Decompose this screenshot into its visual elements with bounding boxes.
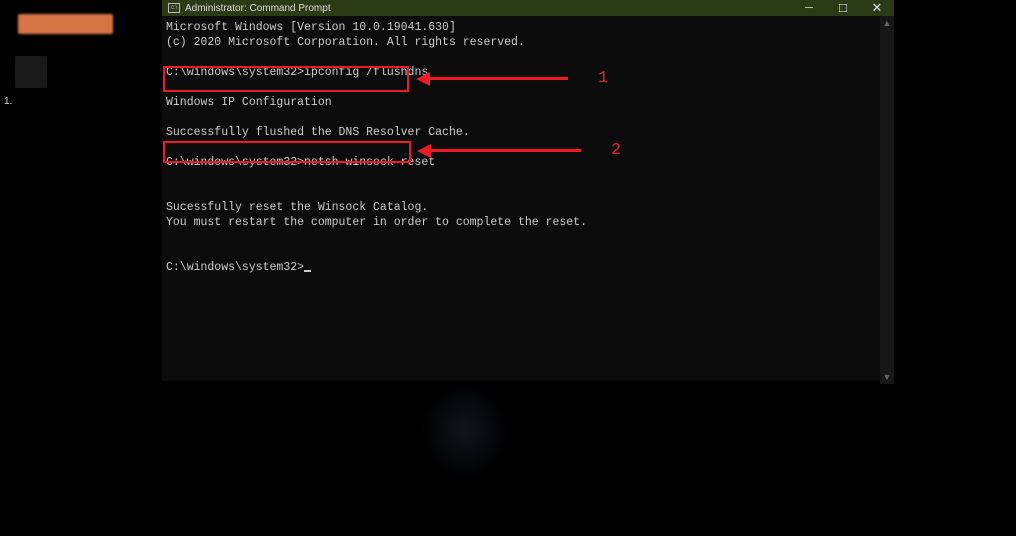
close-button[interactable]: ✕ bbox=[860, 0, 894, 16]
desktop-thumbnail-1[interactable] bbox=[18, 14, 113, 34]
annotation-arrow-1: 1 bbox=[416, 71, 608, 86]
desktop-background-area: 1. bbox=[0, 0, 160, 536]
window-controls: ─ ☐ ✕ bbox=[792, 0, 894, 16]
arrow-shaft bbox=[431, 149, 581, 152]
cmd-icon: c:\ bbox=[168, 3, 180, 13]
command-prompt-window: c:\ Administrator: Command Prompt ─ ☐ ✕ … bbox=[162, 0, 894, 381]
annotation-box-2 bbox=[163, 141, 411, 163]
arrow-left-icon bbox=[416, 72, 430, 86]
arrow-left-icon bbox=[417, 144, 431, 158]
terminal-content[interactable]: Microsoft Windows [Version 10.0.19041.63… bbox=[162, 16, 880, 384]
scroll-up-icon[interactable]: ▲ bbox=[880, 16, 894, 30]
window-titlebar[interactable]: c:\ Administrator: Command Prompt ─ ☐ ✕ bbox=[162, 0, 894, 16]
desktop-thumbnail-label: 1. bbox=[4, 96, 12, 107]
terminal-line: Microsoft Windows [Version 10.0.19041.63… bbox=[166, 21, 456, 34]
terminal-line: Sucessfully reset the Winsock Catalog. bbox=[166, 201, 428, 214]
desktop-thumbnail-2[interactable] bbox=[15, 56, 47, 88]
minimize-button[interactable]: ─ bbox=[792, 0, 826, 16]
annotation-arrow-2: 2 bbox=[417, 143, 621, 158]
terminal-prompt: C:\windows\system32> bbox=[166, 261, 304, 274]
annotation-label-2: 2 bbox=[611, 143, 621, 158]
terminal-line: Windows IP Configuration bbox=[166, 96, 332, 109]
maximize-button[interactable]: ☐ bbox=[826, 0, 860, 16]
terminal-line: You must restart the computer in order t… bbox=[166, 216, 587, 229]
window-title: Administrator: Command Prompt bbox=[185, 3, 792, 14]
cursor-icon bbox=[304, 270, 311, 272]
annotation-label-1: 1 bbox=[598, 71, 608, 86]
terminal-line: (c) 2020 Microsoft Corporation. All righ… bbox=[166, 36, 525, 49]
annotation-box-1 bbox=[163, 66, 409, 92]
terminal-body: Microsoft Windows [Version 10.0.19041.63… bbox=[162, 16, 894, 384]
terminal-line: Successfully flushed the DNS Resolver Ca… bbox=[166, 126, 470, 139]
vertical-scrollbar[interactable]: ▲ ▼ bbox=[880, 16, 894, 384]
background-wallpaper-blur bbox=[420, 380, 510, 480]
scroll-down-icon[interactable]: ▼ bbox=[880, 370, 894, 384]
arrow-shaft bbox=[430, 77, 568, 80]
